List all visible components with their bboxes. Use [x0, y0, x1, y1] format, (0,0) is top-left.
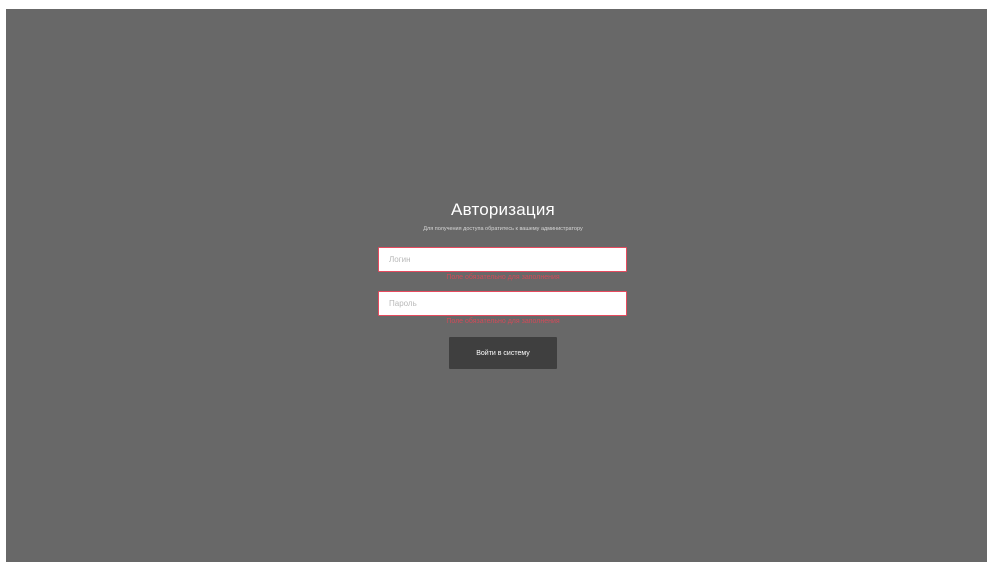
page-title: Авторизация: [451, 200, 555, 219]
password-field-group: Поле обязательно для заполнения: [378, 291, 628, 327]
login-error-message: Поле обязательно для заполнения: [446, 274, 560, 281]
page-subtitle: Для получения доступа обратитесь к вашем…: [423, 226, 583, 232]
login-input[interactable]: [378, 247, 627, 272]
password-error-message: Поле обязательно для заполнения: [446, 318, 560, 325]
password-input[interactable]: [378, 291, 627, 316]
login-submit-button[interactable]: Войти в систему: [449, 337, 557, 369]
login-field-group: Поле обязательно для заполнения: [378, 247, 628, 283]
page-background: Авторизация Для получения доступа обрати…: [6, 9, 987, 562]
login-form: Авторизация Для получения доступа обрати…: [378, 199, 628, 369]
